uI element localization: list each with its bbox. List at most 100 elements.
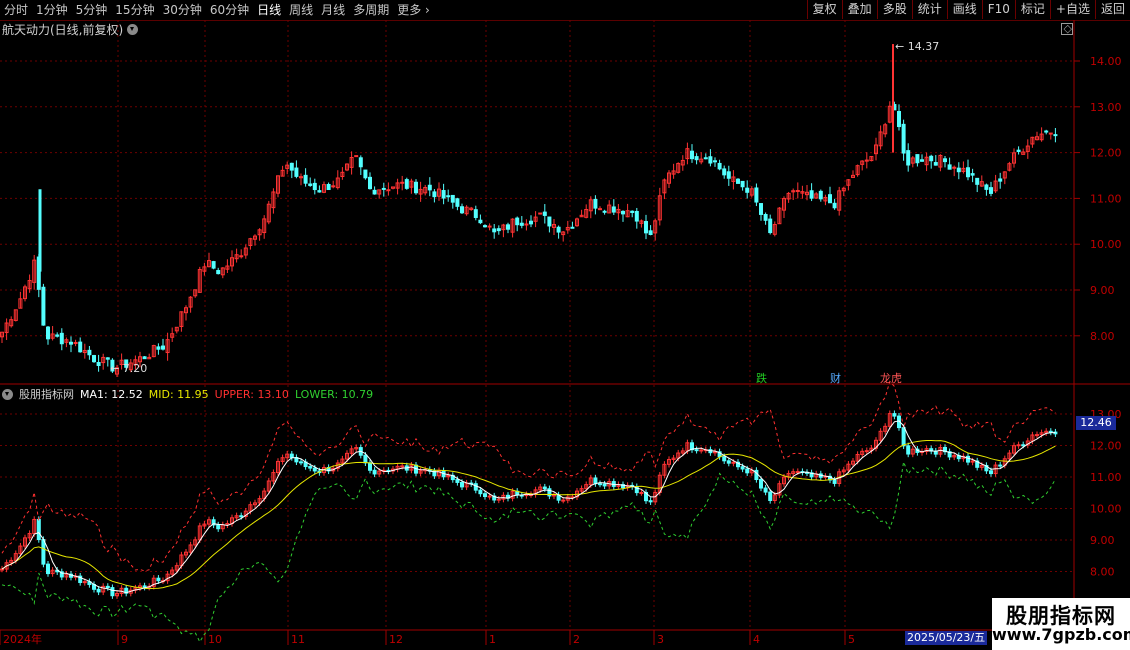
event-marker-finance[interactable]: 财 <box>830 370 841 386</box>
candle-body <box>901 123 906 154</box>
candle-body <box>703 157 708 160</box>
candle-body <box>717 162 722 170</box>
candle-body <box>59 332 64 345</box>
ind-candle-body <box>473 483 478 491</box>
ind-candle-body <box>763 487 768 493</box>
ind-price-label: 8.00 <box>1090 566 1115 579</box>
ind-candle-body <box>832 479 837 484</box>
candle-body <box>611 206 616 213</box>
ind-candle-body <box>699 449 704 452</box>
candle-body <box>303 174 308 184</box>
candle-body <box>630 210 635 213</box>
candle-body <box>441 190 446 199</box>
date-label: 4 <box>753 633 760 646</box>
ind-candle-body <box>795 471 800 474</box>
ind-candle-body <box>483 493 487 498</box>
candle-body <box>736 178 740 184</box>
candle-body <box>818 190 823 200</box>
ind-candle-body <box>299 461 303 464</box>
ind-candle-body <box>216 524 221 530</box>
candle-body <box>46 326 50 340</box>
candle-body <box>96 362 101 367</box>
candle-body <box>759 203 763 215</box>
candle-body <box>211 261 216 269</box>
candle-body <box>326 183 331 191</box>
candle-body <box>542 211 547 216</box>
ind-candle-body <box>745 468 750 474</box>
main-price-label: 14.00 <box>1090 55 1122 68</box>
candle-body <box>975 177 980 185</box>
ind-candle-body <box>906 445 911 455</box>
candle-body <box>602 210 607 213</box>
kline-chart[interactable]: 14.0013.0012.0011.0010.009.008.0013.0012… <box>0 0 1130 650</box>
candle-body <box>984 184 989 190</box>
ind-candle-body <box>368 462 372 471</box>
candle-body <box>239 255 244 258</box>
candle-body <box>487 225 492 228</box>
candle-body <box>906 150 911 166</box>
ind-candle-body <box>602 483 607 487</box>
candle-body <box>294 167 299 177</box>
ind-candle-body <box>156 577 161 582</box>
candle-body <box>947 164 952 170</box>
ind-candle-body <box>363 454 368 464</box>
ind-candle-body <box>239 515 244 518</box>
ind-candle-body <box>478 489 483 495</box>
candle-body <box>556 226 561 233</box>
main-price-label: 11.00 <box>1090 192 1122 205</box>
ind-candle-body <box>998 464 1003 467</box>
candle-body <box>929 155 934 162</box>
ind-candle-body <box>726 460 731 464</box>
ma1-line <box>1 420 1056 594</box>
main-price-label: 13.00 <box>1090 101 1122 114</box>
indicator-dropdown-icon[interactable] <box>2 388 13 400</box>
current-price-tag: 12.46 <box>1076 416 1116 430</box>
candle-body <box>414 181 418 194</box>
candle-body <box>105 357 110 360</box>
ind-candle-body <box>312 467 317 472</box>
candle-body <box>1053 134 1058 137</box>
event-marker-dragon-tiger[interactable]: 龙虎 <box>880 370 902 386</box>
candle-body <box>41 286 46 326</box>
ind-candle-body <box>455 479 460 483</box>
ind-candle-body <box>722 456 727 462</box>
date-label: 5 <box>848 633 855 646</box>
candle-body <box>593 198 598 209</box>
ind-price-label: 11.00 <box>1090 471 1122 484</box>
candle-body <box>690 150 694 160</box>
ind-price-label: 12.00 <box>1090 440 1122 453</box>
candle-body <box>73 342 78 345</box>
ind-candle-body <box>400 465 405 468</box>
candle-body <box>142 356 147 360</box>
high-price-annotation: ← 14.37 <box>895 40 939 53</box>
candle-body <box>745 187 750 193</box>
ind-candle-body <box>694 449 699 452</box>
ind-candle-body <box>1016 444 1021 447</box>
candle-body <box>354 155 359 158</box>
event-marker-drop[interactable]: 跌 <box>756 370 767 386</box>
candle-body <box>634 211 639 222</box>
upper-band <box>1 380 1056 572</box>
ind-candle-body <box>901 427 906 447</box>
candle-body <box>55 334 60 337</box>
candle-body <box>598 208 602 211</box>
ind-candle-body <box>598 483 602 486</box>
ind-candle-body <box>768 491 773 501</box>
date-label: 10 <box>208 633 222 646</box>
ind-candle-body <box>740 466 745 470</box>
date-label: 11 <box>291 633 305 646</box>
watermark: 股朋指标网 www.7gpzb.com <box>992 598 1130 650</box>
candle-body <box>547 216 552 227</box>
ind-candle-body <box>1048 430 1053 433</box>
candle-body <box>515 217 520 226</box>
ind-candle-body <box>731 461 736 464</box>
ma1-readout: MA1: 12.52 <box>80 387 143 401</box>
ind-candle-body <box>759 479 763 489</box>
candle-body <box>970 173 975 176</box>
ind-candle-body <box>639 491 644 494</box>
indicator-name: 股朋指标网 <box>19 388 74 401</box>
lower-band <box>1 459 1056 643</box>
candle-body <box>478 219 483 224</box>
mid-line <box>1 440 1056 590</box>
ind-candle-body <box>713 451 717 454</box>
